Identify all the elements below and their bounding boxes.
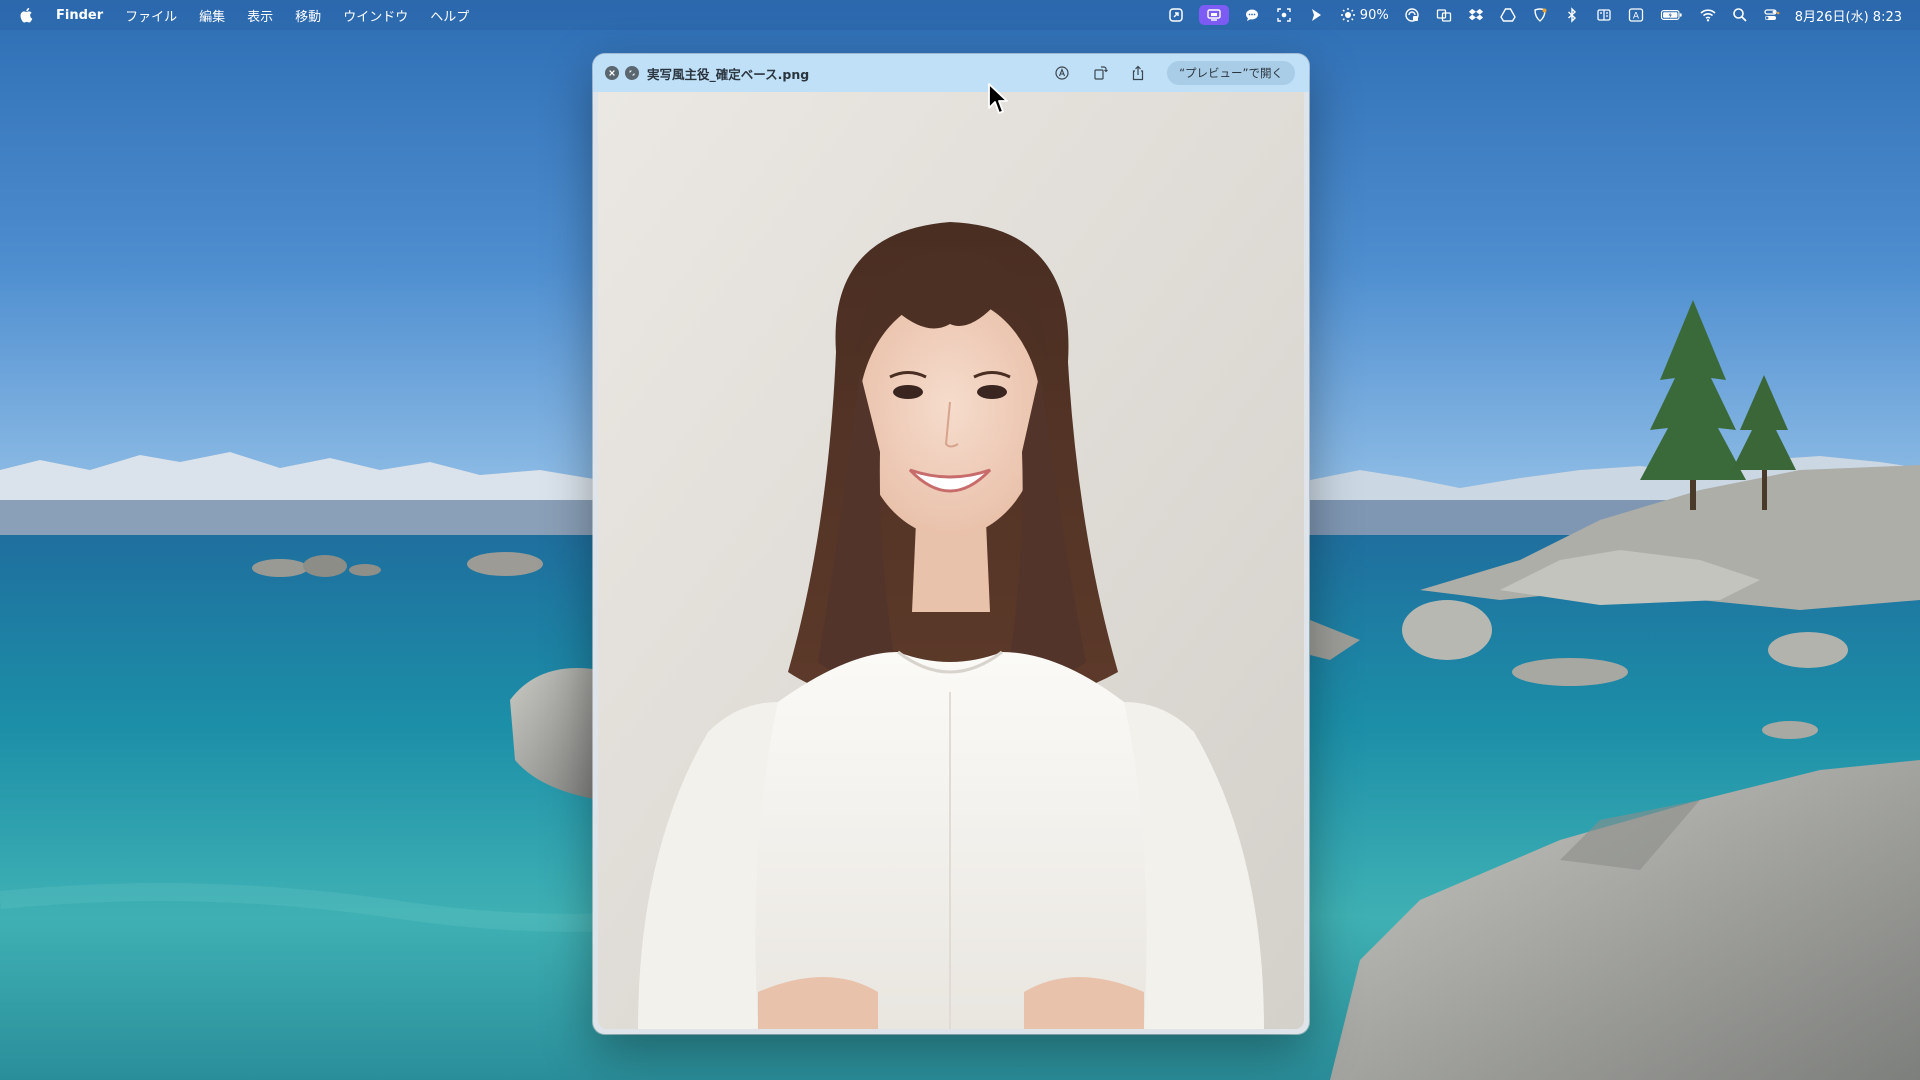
close-icon[interactable] [605,66,619,80]
menu-edit[interactable]: 編集 [199,6,225,25]
rotate-icon[interactable] [1091,64,1109,82]
dropbox-icon[interactable] [1467,6,1485,24]
translate-icon[interactable] [1435,6,1453,24]
bluetooth-icon[interactable] [1563,6,1581,24]
shortcut-icon[interactable] [1167,6,1185,24]
fullscreen-icon[interactable] [625,66,639,80]
split-view-icon[interactable] [1595,6,1613,24]
markup-icon[interactable] [1053,64,1071,82]
brightness-control[interactable]: 90% [1339,6,1389,24]
spotlight-icon[interactable] [1731,6,1749,24]
menu-view[interactable]: 表示 [247,6,273,25]
battery-icon[interactable] [1659,6,1685,24]
menu-window[interactable]: ウインドウ [343,6,408,25]
control-center-icon[interactable] [1763,6,1781,24]
mouse-cursor-icon [988,83,1008,114]
menubar-clock[interactable]: 8月26日(水) 8:23 [1795,6,1902,25]
menu-go[interactable]: 移動 [295,6,321,25]
input-source-icon[interactable]: A [1627,6,1645,24]
google-drive-icon[interactable] [1499,6,1517,24]
wifi-icon[interactable] [1699,6,1717,24]
quicklook-filename: 実写風主役_確定ベース.png [647,66,810,82]
menu-help[interactable]: ヘルプ [430,6,469,25]
shield-icon[interactable] [1531,6,1549,24]
chat-icon[interactable] [1243,6,1261,24]
quicklook-titlebar[interactable]: 実写風主役_確定ベース.png “プレビュー”で開く [593,54,1309,92]
screen-mirroring-icon[interactable] [1198,5,1229,25]
menu-file[interactable]: ファイル [125,6,177,25]
quicklook-window: 実写風主役_確定ベース.png “プレビュー”で開く [593,54,1309,1034]
share-icon[interactable] [1129,64,1147,82]
image-preview [598,92,1304,1029]
input-source-label: A [1633,12,1640,22]
portrait-photo [598,92,1304,1029]
open-with-preview-button[interactable]: “プレビュー”で開く [1167,61,1295,85]
menu-app-name[interactable]: Finder [56,8,103,23]
brightness-level: 90% [1359,7,1389,23]
menu-bar: Finder ファイル 編集 表示 移動 ウインドウ ヘルプ 90% A 8月2… [0,0,1920,30]
direction-icon[interactable] [1307,6,1325,24]
brightness-icon [1339,6,1357,24]
apple-icon[interactable] [20,6,36,24]
screenshot-icon[interactable] [1275,6,1293,24]
vpn-icon[interactable] [1403,6,1421,24]
